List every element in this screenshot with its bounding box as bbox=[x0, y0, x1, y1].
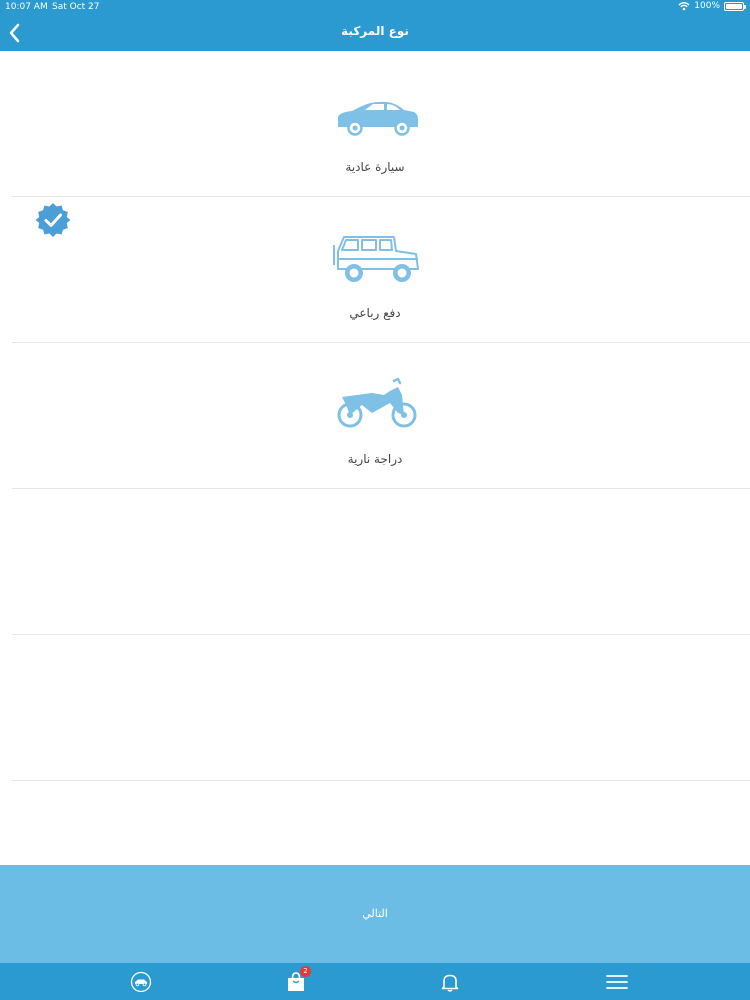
top-bar: 10:07 AM Sat Oct 27 100% نوع المركبة bbox=[0, 0, 750, 51]
battery-percent: 100% bbox=[694, 1, 720, 11]
vehicle-option-4x4[interactable]: دفع رباعي bbox=[12, 197, 750, 343]
status-bar: 10:07 AM Sat Oct 27 100% bbox=[0, 0, 750, 14]
tab-orders[interactable]: 2 bbox=[266, 963, 326, 1000]
bell-icon bbox=[441, 974, 459, 992]
vehicle-label: دفع رباعي bbox=[349, 306, 401, 320]
battery-icon bbox=[724, 1, 746, 11]
menu-icon bbox=[606, 974, 628, 989]
empty-list-row bbox=[12, 635, 750, 781]
motorcycle-icon bbox=[337, 377, 417, 428]
vehicle-option-sedan[interactable]: سيارة عادية bbox=[12, 51, 750, 197]
vehicle-label: سيارة عادية bbox=[345, 160, 405, 174]
tab-home[interactable] bbox=[111, 963, 171, 1000]
page-title: نوع المركبة bbox=[341, 24, 409, 38]
vehicle-type-list: سيارة عادية دفع رباعي دراجة نارية bbox=[0, 51, 750, 781]
bottom-tab-bar: 2 bbox=[0, 963, 750, 1000]
selected-check-badge-icon bbox=[35, 203, 71, 237]
vehicle-option-motorcycle[interactable]: دراجة نارية bbox=[12, 343, 750, 489]
car-logo-icon bbox=[130, 971, 152, 992]
vehicle-label: دراجة نارية bbox=[347, 452, 403, 466]
tab-menu[interactable] bbox=[587, 963, 647, 1000]
status-right: 100% bbox=[678, 1, 746, 11]
next-button-label: التالي bbox=[362, 908, 388, 920]
next-button[interactable]: التالي bbox=[0, 865, 750, 963]
jeep-4x4-icon bbox=[333, 236, 419, 282]
sedan-car-icon bbox=[338, 101, 418, 136]
wifi-icon bbox=[678, 2, 690, 11]
empty-list-row bbox=[12, 489, 750, 635]
tab-notifications[interactable] bbox=[420, 963, 480, 1000]
orders-badge: 2 bbox=[300, 966, 311, 977]
status-time: 10:07 AM bbox=[5, 2, 48, 12]
status-date: Sat Oct 27 bbox=[52, 2, 100, 12]
